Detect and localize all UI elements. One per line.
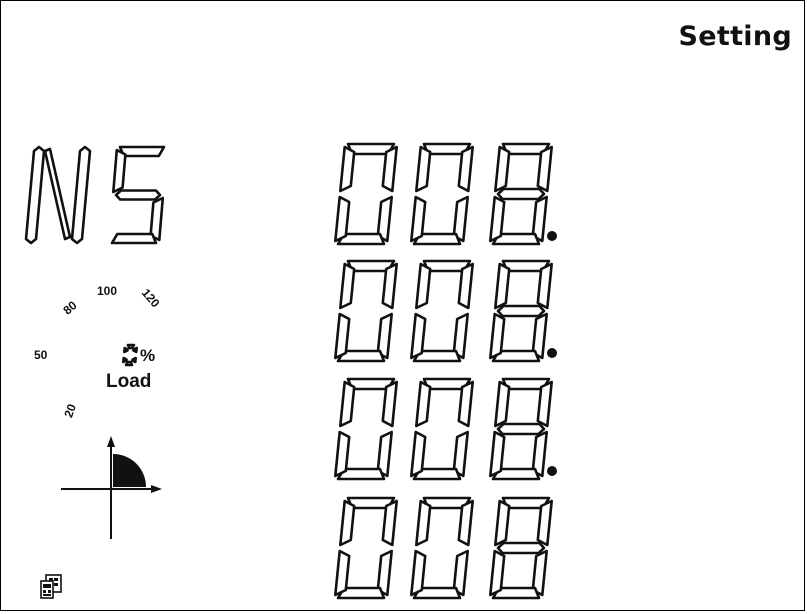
lcd-screen: Setting NS 20 50 80 100 120 % Load (0, 0, 805, 611)
quadrant-indicator-icon (61, 436, 162, 539)
quadrant-right-arrow (151, 485, 162, 493)
communication-icon (40, 574, 62, 599)
quadrant-1-sector (113, 454, 146, 487)
quadrant-up-arrow (107, 436, 115, 447)
